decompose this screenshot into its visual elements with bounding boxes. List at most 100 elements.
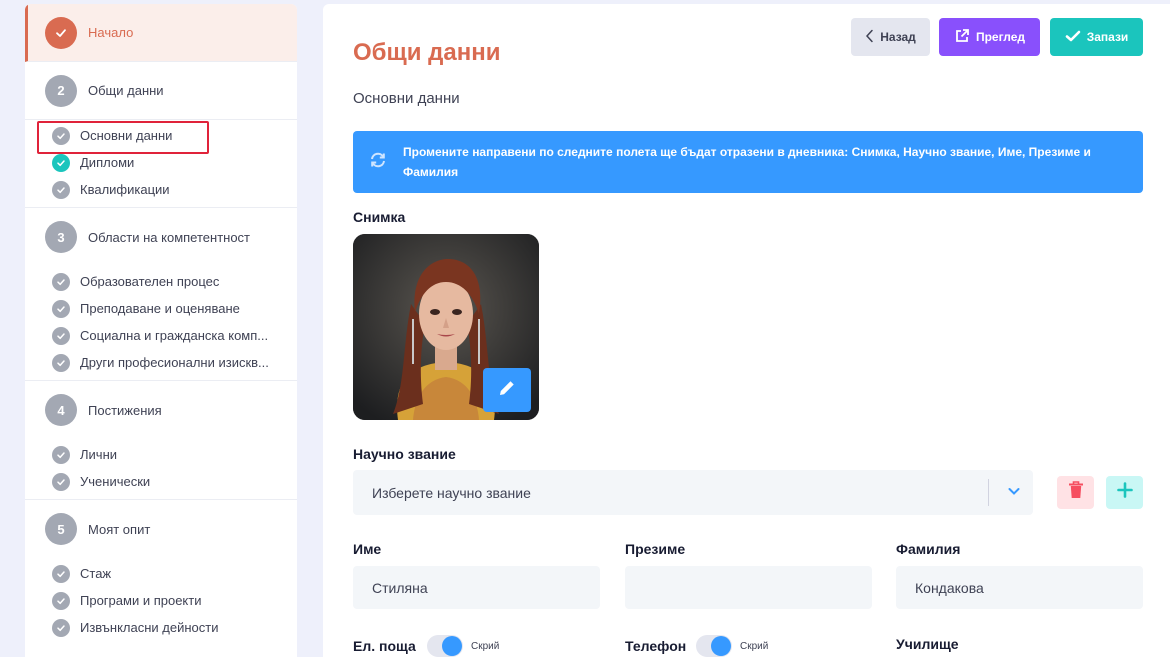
check-icon [52, 153, 70, 172]
photo-label: Снимка [353, 209, 406, 225]
toggle-knob [711, 636, 731, 656]
email-hide-label: Скрий [471, 641, 500, 652]
save-button[interactable]: Запази [1050, 18, 1143, 56]
sidebar: Начало 2 Общи данни Основни данни Диплом… [25, 4, 297, 657]
profile-photo [353, 234, 539, 420]
pencil-icon [497, 378, 517, 403]
middle-name-label: Презиме [625, 541, 686, 557]
sidebar-item-label: Други професионални изискв... [80, 355, 269, 370]
first-name-label: Име [353, 541, 382, 557]
sidebar-step-label: Начало [88, 25, 134, 40]
toggle-knob [442, 636, 462, 656]
trash-icon [1068, 481, 1084, 504]
sidebar-step-experience[interactable]: 5 Моят опит [25, 500, 297, 558]
last-name-label: Фамилия [896, 541, 961, 557]
sidebar-step-competence[interactable]: 3 Области на компетентност [25, 208, 297, 266]
sidebar-step-general[interactable]: 2 Общи данни [25, 62, 297, 120]
check-icon [52, 126, 70, 145]
chevron-left-icon [865, 29, 874, 46]
last-name-input[interactable]: Кондакова [896, 566, 1143, 609]
add-degree-button[interactable] [1106, 476, 1143, 509]
sidebar-item-label: Основни данни [80, 128, 173, 143]
email-hide-toggle[interactable] [427, 635, 463, 657]
check-icon [52, 618, 70, 637]
sidebar-item-label: Извънкласни дейности [80, 620, 219, 635]
section-subtitle: Основни данни [353, 90, 460, 107]
email-label: Ел. поща [353, 638, 416, 654]
degree-label: Научно звание [353, 446, 456, 462]
sidebar-step-start[interactable]: Начало [25, 4, 297, 62]
check-icon [45, 16, 77, 49]
school-label: Училище [896, 636, 959, 652]
sidebar-item-programs[interactable]: Програми и проекти [25, 587, 297, 614]
sidebar-item-label: Стаж [80, 566, 112, 581]
middle-name-input[interactable] [625, 566, 872, 609]
sidebar-step-label: Моят опит [88, 521, 151, 537]
sidebar-item-label: Преподаване и оценяване [80, 301, 240, 316]
sidebar-item-teaching[interactable]: Преподаване и оценяване [25, 295, 297, 322]
sidebar-item-other-requirements[interactable]: Други професионални изискв... [25, 349, 297, 376]
step-number: 2 [45, 74, 77, 107]
external-link-icon [954, 28, 970, 47]
chevron-down-icon[interactable] [1007, 484, 1021, 501]
step-number: 3 [45, 221, 77, 253]
sidebar-item-personal[interactable]: Лични [25, 441, 297, 468]
preview-button[interactable]: Преглед [939, 18, 1040, 56]
sidebar-step-label: Общи данни [88, 83, 164, 98]
back-label: Назад [880, 30, 916, 44]
alert-text: Промените направени по следните полета щ… [403, 142, 1123, 182]
check-icon [52, 299, 70, 318]
back-button[interactable]: Назад [851, 18, 930, 56]
substeps-achievements: Лични Ученически [25, 439, 297, 500]
sidebar-item-label: Социална и гражданска комп... [80, 328, 269, 343]
main-content: Назад Преглед Запази Общи данни Основни … [323, 4, 1170, 657]
sidebar-item-label: Лични [80, 447, 118, 462]
edit-photo-button[interactable] [483, 368, 531, 412]
check-icon [52, 180, 70, 199]
check-icon [52, 472, 70, 491]
sync-icon [369, 151, 387, 174]
step-number: 5 [45, 513, 77, 545]
sidebar-item-basic-data[interactable]: Основни данни [25, 121, 297, 154]
sidebar-item-student[interactable]: Ученически [25, 468, 297, 495]
sidebar-item-label: Програми и проекти [80, 593, 202, 608]
page-title: Общи данни [353, 39, 501, 66]
preview-label: Преглед [975, 30, 1026, 44]
save-label: Запази [1086, 30, 1129, 44]
phone-hide-toggle[interactable] [696, 635, 732, 657]
substeps-experience: Стаж Програми и проекти Извънкласни дейн… [25, 558, 297, 645]
sidebar-item-label: Ученически [80, 474, 151, 489]
sidebar-step-achievements[interactable]: 4 Постижения [25, 381, 297, 439]
select-divider [988, 479, 989, 506]
check-icon [52, 591, 70, 610]
sidebar-item-social[interactable]: Социална и гражданска комп... [25, 322, 297, 349]
sidebar-item-tenure[interactable]: Стаж [25, 560, 297, 587]
substeps-general: Основни данни Дипломи Квалификации [25, 120, 297, 208]
sidebar-item-edu-process[interactable]: Образователен процес [25, 268, 297, 295]
degree-placeholder: Изберете научно звание [372, 484, 531, 501]
sidebar-step-label: Постижения [88, 402, 162, 418]
sidebar-item-label: Образователен процес [80, 274, 220, 289]
sidebar-step-label: Области на компетентност [88, 229, 251, 245]
alert-message: Промените направени по следните полета щ… [403, 145, 852, 159]
sidebar-item-qualifications[interactable]: Квалификации [25, 176, 297, 203]
info-alert: Промените направени по следните полета щ… [353, 131, 1143, 193]
check-icon [52, 564, 70, 583]
check-icon [52, 272, 70, 291]
sidebar-item-label: Квалификации [80, 182, 170, 197]
check-icon [52, 326, 70, 345]
check-icon [52, 445, 70, 464]
plus-icon [1116, 482, 1133, 503]
sidebar-item-label: Дипломи [80, 155, 135, 170]
check-icon [1065, 29, 1081, 46]
degree-select[interactable]: Изберете научно звание [353, 470, 1033, 515]
first-name-input[interactable]: Стиляна [353, 566, 600, 609]
step-number: 4 [45, 394, 77, 426]
sidebar-item-diplomas[interactable]: Дипломи [25, 149, 297, 176]
sidebar-item-extracurricular[interactable]: Извънкласни дейности [25, 614, 297, 641]
substeps-competence: Образователен процес Преподаване и оценя… [25, 266, 297, 381]
delete-degree-button[interactable] [1057, 476, 1094, 509]
phone-hide-label: Скрий [740, 641, 769, 652]
check-icon [52, 353, 70, 372]
phone-label: Телефон [625, 638, 687, 654]
